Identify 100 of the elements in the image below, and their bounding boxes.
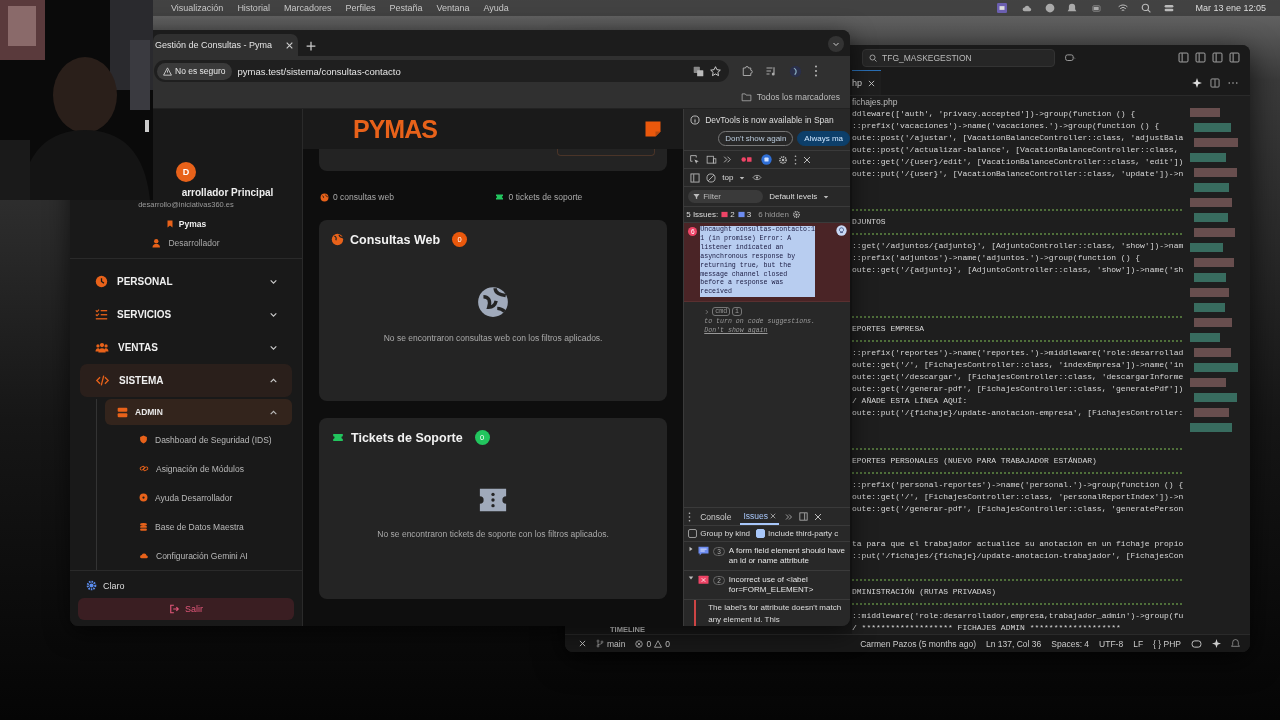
menu-item[interactable]: Perfiles: [345, 3, 376, 13]
sparkle-icon[interactable]: [1192, 77, 1202, 88]
sticky-note-icon[interactable]: [643, 119, 664, 139]
caret-right-icon[interactable]: [688, 546, 695, 552]
more-tabs-icon[interactable]: [723, 155, 733, 164]
circle-icon[interactable]: [1045, 3, 1056, 13]
code-line: DMINISTRACIÓN (RUTAS PRIVADAS): [852, 586, 998, 599]
nav-subitem[interactable]: ADMIN: [105, 399, 292, 425]
nav-item[interactable]: SISTEMA: [80, 364, 292, 397]
levels-dropdown[interactable]: Default levels: [769, 192, 818, 201]
control-center-icon[interactable]: [1163, 3, 1176, 13]
more-menu-icon[interactable]: [688, 511, 692, 522]
editor-tab[interactable]: hp: [852, 70, 881, 95]
ai-assistant-icon[interactable]: [761, 154, 773, 165]
clear-icon[interactable]: [706, 172, 717, 183]
menu-item[interactable]: Marcadores: [283, 3, 332, 13]
search-field[interactable]: TFG_MASKEGESTION: [862, 48, 1055, 67]
drawer-tab[interactable]: Issues: [740, 508, 779, 525]
issue-title[interactable]: A form field element should have an id or name attribute: [728, 546, 846, 566]
breadcrumb[interactable]: fichajes.php: [852, 96, 1250, 108]
chevron-down-icon[interactable]: [269, 277, 278, 286]
sidebar-icon[interactable]: [690, 172, 701, 183]
nav-item[interactable]: VENTAS: [80, 331, 292, 364]
nav-link[interactable]: Configuración Gemini AI: [156, 550, 248, 561]
search-icon[interactable]: [1141, 3, 1152, 13]
status-item[interactable]: Ln 137, Col 36: [986, 638, 1042, 649]
puzzle-icon[interactable]: [741, 65, 753, 77]
lightbulb-icon[interactable]: [836, 225, 847, 236]
menu-item[interactable]: Pestaña: [389, 3, 423, 13]
chevron-up-icon[interactable]: [269, 407, 278, 417]
address-bar[interactable]: No es seguro pymas.test/sistema/consultas-contacto: [154, 60, 729, 82]
screen-share-icon[interactable]: [995, 3, 1010, 13]
option-checkbox[interactable]: Include third-party c: [756, 529, 839, 538]
avatar: D: [176, 162, 196, 182]
banner-button[interactable]: Always ma: [797, 131, 850, 146]
wifi-icon[interactable]: [1117, 3, 1130, 13]
inspect-icon[interactable]: [690, 154, 701, 165]
logout-button[interactable]: Salir: [78, 598, 294, 620]
menu-item[interactable]: Ayuda: [483, 3, 509, 13]
nav-link[interactable]: Ayuda Desarrollador: [155, 492, 233, 503]
close-icon[interactable]: [803, 155, 812, 164]
profile-icon[interactable]: [789, 64, 802, 78]
status-item[interactable]: Spaces: 4: [1051, 638, 1090, 649]
security-chip[interactable]: No es seguro: [157, 62, 232, 80]
issue-title[interactable]: Incorrect use of <label for=FORM_ELEMENT>: [728, 575, 846, 595]
theme-toggle[interactable]: Claro: [78, 579, 294, 592]
nav-link[interactable]: Dashboard de Seguridad (IDS): [155, 434, 272, 445]
media-icon[interactable]: [765, 65, 777, 77]
filter-field[interactable]: Filter: [688, 190, 764, 203]
more-menu-icon[interactable]: [814, 65, 818, 77]
menu-item[interactable]: Visualización: [171, 3, 224, 13]
star-icon[interactable]: [710, 65, 721, 77]
eye-icon[interactable]: [751, 173, 764, 182]
status-item[interactable]: UTF-8: [1099, 638, 1124, 649]
layout-icon[interactable]: [1178, 52, 1189, 63]
nav-link[interactable]: Base de Datos Maestra: [155, 521, 244, 532]
option-checkbox[interactable]: Group by kind: [688, 529, 751, 538]
cloud-icon[interactable]: [1021, 3, 1034, 13]
dock-icon[interactable]: [799, 512, 808, 521]
nav-item[interactable]: PERSONAL: [80, 265, 292, 298]
layout-icon[interactable]: [1195, 52, 1206, 63]
sparkle-icon[interactable]: [1212, 639, 1221, 648]
nav-item[interactable]: SERVICIOS: [80, 298, 292, 331]
issues-label[interactable]: 5 Issues:: [686, 210, 719, 219]
branch-indicator[interactable]: main: [596, 638, 626, 649]
more-menu-icon[interactable]: [794, 154, 798, 165]
status-item[interactable]: { } PHP: [1153, 638, 1181, 649]
close-icon[interactable]: [285, 40, 294, 50]
close-icon[interactable]: [868, 79, 875, 87]
close-icon[interactable]: [770, 512, 776, 519]
problems-indicator[interactable]: 0 0: [635, 638, 670, 649]
split-editor-icon[interactable]: [1210, 77, 1220, 88]
caret-down-icon[interactable]: [688, 575, 695, 581]
layout-icon[interactable]: [1229, 52, 1240, 63]
bookmarks-folder[interactable]: Todos los marcadores: [756, 92, 840, 102]
chevron-down-icon[interactable]: [269, 310, 278, 319]
more-tabs-icon[interactable]: [785, 512, 793, 521]
translate-icon[interactable]: [693, 65, 704, 77]
menu-item[interactable]: Ventana: [436, 3, 470, 13]
logo[interactable]: PYMAS: [353, 114, 437, 144]
menu-item[interactable]: Historial: [237, 3, 270, 13]
context-dropdown[interactable]: top: [722, 173, 734, 182]
close-icon[interactable]: [814, 512, 822, 521]
chevron-down-icon[interactable]: [269, 343, 278, 352]
caret-icon: [823, 193, 830, 200]
plus-icon[interactable]: [306, 41, 316, 51]
nav-link[interactable]: Asignación de Módulos: [156, 463, 244, 474]
tab-search-button[interactable]: [828, 36, 844, 52]
drawer-tab[interactable]: Console: [697, 509, 735, 524]
settings-icon[interactable]: [778, 154, 789, 165]
code-line: ::put('/fichajes/{fichaje}/update-anotacion-trabajador', [FichajesCon: [852, 550, 1185, 563]
close-icon[interactable]: [579, 640, 586, 647]
status-item[interactable]: LF: [1133, 638, 1144, 649]
chevron-up-icon[interactable]: [269, 376, 278, 385]
browser-tab[interactable]: Gestión de Consultas - Pyma: [153, 34, 298, 56]
status-item[interactable]: Carmen Pazos (5 months ago): [860, 638, 976, 649]
more-menu-icon[interactable]: [1228, 80, 1238, 85]
device-icon[interactable]: [706, 154, 718, 165]
layout-icon[interactable]: [1212, 52, 1223, 63]
settings-icon[interactable]: [791, 210, 801, 219]
